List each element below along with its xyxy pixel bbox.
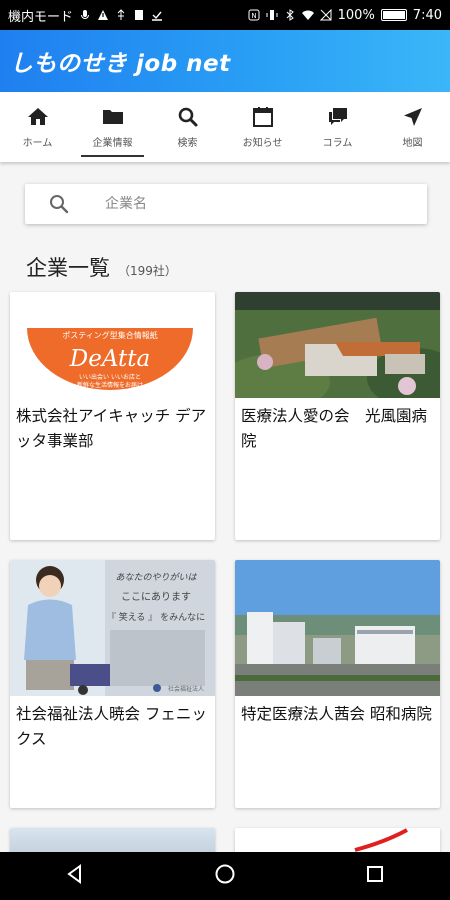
status-bar: 機内モード N 100% 7:40 bbox=[0, 0, 450, 30]
tab-label: コラム bbox=[322, 138, 353, 149]
company-search-input[interactable] bbox=[105, 196, 405, 212]
calendar-icon bbox=[252, 107, 273, 127]
tab-home[interactable]: ホーム bbox=[0, 92, 75, 162]
home-button[interactable] bbox=[214, 863, 236, 889]
company-photo bbox=[235, 292, 440, 398]
search-icon bbox=[50, 195, 69, 214]
warning-icon bbox=[98, 10, 109, 20]
back-triangle-icon bbox=[67, 864, 81, 884]
section-heading: 企業一覧 （199社） bbox=[26, 252, 177, 282]
tab-label: ホーム bbox=[22, 138, 53, 149]
company-count: （199社） bbox=[118, 264, 177, 278]
company-photo bbox=[235, 560, 440, 696]
deatta-logo: ポスティング型集合情報紙 DeAtta いい出会い いいお店と 新鮮な生活情報を… bbox=[27, 328, 193, 390]
recents-button[interactable] bbox=[364, 863, 386, 889]
recents-square-icon bbox=[367, 866, 383, 882]
tab-search[interactable]: 検索 bbox=[150, 92, 225, 162]
download-done-icon bbox=[152, 11, 163, 21]
tab-company-info[interactable]: 企業情報 bbox=[75, 92, 150, 162]
company-search-box[interactable] bbox=[25, 184, 427, 224]
logo-banner: ポスティング型集合情報紙 bbox=[62, 330, 158, 340]
no-signal-icon bbox=[319, 9, 332, 21]
navigation-icon bbox=[403, 108, 422, 126]
chat-icon bbox=[328, 108, 347, 125]
airplane-mode-text: 機内モード bbox=[8, 9, 74, 25]
logo-tagline-1: いい出会い いいお店と bbox=[79, 373, 141, 381]
nfc-icon: N bbox=[248, 9, 260, 21]
company-card[interactable]: ポスティング型集合情報紙 DeAtta いい出会い いいお店と 新鮮な生活情報を… bbox=[10, 292, 215, 540]
tab-bar: ホーム 企業情報 検索 お知らせ コラム 地図 bbox=[0, 92, 450, 162]
mic-icon bbox=[81, 10, 90, 19]
vibrate-icon bbox=[266, 10, 278, 20]
tab-label: お知らせ bbox=[242, 138, 283, 149]
tab-map[interactable]: 地図 bbox=[375, 92, 450, 162]
tab-column[interactable]: コラム bbox=[300, 92, 375, 162]
battery-percent: 100% bbox=[337, 7, 375, 23]
hospital-buildings-photo bbox=[235, 560, 440, 696]
bluetooth-icon bbox=[286, 9, 294, 21]
promo-line-2: ここにあります bbox=[121, 591, 191, 603]
company-name: 株式会社アイキャッチ デアッタ事業部 bbox=[16, 407, 207, 450]
tab-label: 企業情報 bbox=[92, 138, 133, 149]
app-title: しものせき job net bbox=[10, 51, 231, 77]
app-header: しものせき job net bbox=[0, 30, 450, 92]
company-name: 医療法人愛の会 光風園病院 bbox=[241, 407, 428, 450]
hospital-aerial-photo bbox=[235, 292, 440, 398]
usb-icon bbox=[117, 9, 125, 20]
tab-label: 地図 bbox=[402, 138, 423, 149]
sim-icon bbox=[135, 10, 144, 20]
promo-line-3: 『 笑える 』 をみんなに bbox=[107, 611, 205, 623]
battery-icon bbox=[380, 9, 407, 21]
company-photo: あなたのやりがいは ここにあります 『 笑える 』 をみんなに 社会福祉法人 bbox=[10, 560, 215, 696]
company-card[interactable]: あなたのやりがいは ここにあります 『 笑える 』 をみんなに 社会福祉法人 社… bbox=[10, 560, 215, 808]
company-name: 特定医療法人茜会 昭和病院 bbox=[241, 705, 432, 723]
promo-line-1: あなたのやりがいは bbox=[115, 572, 197, 583]
company-name: 社会福祉法人暁会 フェニックス bbox=[16, 705, 207, 748]
tab-news[interactable]: お知らせ bbox=[225, 92, 300, 162]
clock: 7:40 bbox=[412, 7, 442, 23]
wifi-icon bbox=[301, 10, 314, 20]
back-button[interactable] bbox=[64, 863, 86, 889]
svg-text:N: N bbox=[251, 12, 256, 20]
home-icon bbox=[27, 108, 48, 125]
tab-label: 検索 bbox=[177, 138, 198, 149]
system-navigation-bar bbox=[0, 852, 450, 900]
company-card[interactable]: 医療法人愛の会 光風園病院 bbox=[235, 292, 440, 540]
logo-tagline-2: 新鮮な生活情報をお届け bbox=[77, 381, 143, 389]
logo-word: DeAtta bbox=[69, 346, 150, 372]
company-logo-image: ポスティング型集合情報紙 DeAtta いい出会い いいお店と 新鮮な生活情報を… bbox=[10, 292, 215, 398]
search-icon bbox=[178, 107, 197, 127]
care-worker-photo: あなたのやりがいは ここにあります 『 笑える 』 をみんなに 社会福祉法人 bbox=[10, 560, 215, 696]
folder-icon bbox=[102, 110, 123, 124]
promo-line-4: 社会福祉法人 bbox=[168, 685, 204, 693]
home-circle-icon bbox=[215, 864, 235, 884]
section-title: 企業一覧 bbox=[26, 256, 110, 280]
company-card[interactable]: 特定医療法人茜会 昭和病院 bbox=[235, 560, 440, 808]
